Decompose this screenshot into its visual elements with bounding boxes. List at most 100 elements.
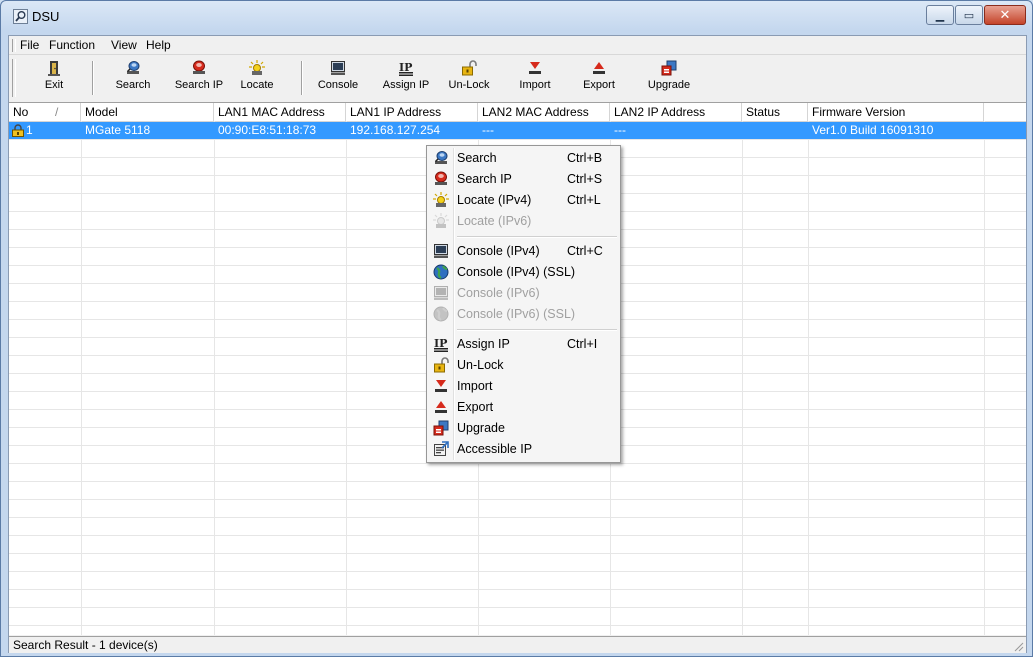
upgrade-button[interactable]: Upgrade (641, 58, 697, 98)
column-header-status[interactable]: Status (742, 103, 808, 121)
ctx-item-locate-ipv4[interactable]: Locate (IPv4) Ctrl+L (429, 190, 616, 210)
menu-file[interactable]: File (20, 38, 39, 52)
ctx-item-shortcut: Ctrl+L (567, 193, 601, 207)
exit-icon (48, 61, 60, 76)
assign-ip-label: Assign IP (382, 79, 430, 91)
cell-lan1-ip: 192.168.127.254 (350, 123, 441, 137)
grid-column-line (346, 121, 347, 635)
column-header-firmware[interactable]: Firmware Version (808, 103, 984, 121)
ctx-item-console-ipv6: Console (IPv6) (429, 283, 616, 303)
ctx-item-search[interactable]: Search Ctrl+B (429, 148, 616, 168)
toolbar-grip[interactable] (12, 59, 16, 97)
ctx-item-label: Search (457, 151, 497, 165)
column-header-lan1-ip[interactable]: LAN1 IP Address (346, 103, 478, 121)
export-icon (593, 62, 605, 74)
console-button[interactable]: Console (315, 58, 361, 98)
ctx-item-assign-ip[interactable]: IP Assign IP Ctrl+I (429, 334, 616, 354)
ctx-item-label: Console (IPv4) (SSL) (457, 265, 576, 279)
export-icon (435, 401, 447, 413)
unlock-button[interactable]: Un-Lock (446, 58, 492, 98)
search-button[interactable]: Search (106, 58, 160, 98)
cell-lan1-mac: 00:90:E8:51:18:73 (218, 123, 317, 137)
console-label: Console (317, 79, 359, 91)
column-header-no[interactable]: No / (9, 103, 81, 121)
ctx-item-export[interactable]: Export (429, 397, 616, 417)
ctx-item-upgrade[interactable]: Upgrade (429, 418, 616, 438)
status-bar: Search Result - 1 device(s) (9, 636, 1026, 653)
exit-label: Exit (44, 79, 64, 91)
minimize-icon: ▁ (935, 9, 945, 22)
grid-row (9, 554, 1026, 572)
window-controls: ▁ ▭ ✕ (925, 5, 1026, 25)
unlock-icon (462, 60, 477, 76)
exit-button[interactable]: Exit (39, 58, 69, 98)
ctx-item-shortcut: Ctrl+B (567, 151, 603, 165)
ctx-item-import[interactable]: Import (429, 376, 616, 396)
ctx-item-accessible-ip[interactable]: Accessible IP (429, 439, 616, 459)
column-header-lan1-mac[interactable]: LAN1 MAC Address (214, 103, 346, 121)
toolbar: Exit Search Search IP Locate Console IP … (9, 55, 1026, 103)
ctx-item-label: Export (457, 400, 494, 414)
ctx-separator (457, 329, 617, 331)
search-icon (434, 151, 448, 164)
minimize-button[interactable]: ▁ (926, 5, 954, 25)
column-header-lan2-mac[interactable]: LAN2 MAC Address (478, 103, 610, 121)
toolbar-separator (92, 61, 94, 95)
export-button[interactable]: Export (578, 58, 620, 98)
table-row[interactable]: 1 MGate 5118 00:90:E8:51:18:73 192.168.1… (9, 122, 1026, 139)
column-header-lan2-ip[interactable]: LAN2 IP Address (610, 103, 742, 121)
ctx-item-locate-ipv6: Locate (IPv6) (429, 211, 616, 231)
column-header-label: No (13, 105, 29, 119)
locate-button[interactable]: Locate (235, 58, 279, 98)
ctx-item-search-ip[interactable]: Search IP Ctrl+S (429, 169, 616, 189)
resize-grip-icon[interactable] (1012, 640, 1024, 652)
window-title: DSU (32, 9, 60, 24)
ctx-item-label: Un-Lock (457, 358, 504, 372)
grid-row (9, 590, 1026, 608)
search-ip-button[interactable]: Search IP (169, 58, 229, 98)
close-button[interactable]: ✕ (984, 5, 1026, 25)
search-ip-label: Search IP (174, 79, 224, 91)
ctx-item-shortcut: Ctrl+S (567, 172, 603, 186)
list-header: No / Model LAN1 MAC Address LAN1 IP Addre… (9, 103, 1026, 122)
globe-icon (433, 264, 449, 280)
grid-row (9, 500, 1026, 518)
locate-icon (433, 213, 449, 228)
menu-function[interactable]: Function (49, 38, 95, 52)
title-bar[interactable]: DSU ▁ ▭ ✕ (1, 1, 1032, 35)
ctx-item-unlock[interactable]: Un-Lock (429, 355, 616, 375)
grid-column-line (808, 121, 809, 635)
menubar-grip[interactable] (12, 39, 16, 52)
ctx-item-console-ipv4[interactable]: Console (IPv4) Ctrl+C (429, 241, 616, 261)
search-ip-icon (193, 60, 205, 74)
ctx-item-label: Assign IP (457, 337, 510, 351)
import-label: Import (519, 79, 551, 91)
ctx-item-console-ipv4-ssl[interactable]: Console (IPv4) (SSL) (429, 262, 616, 282)
ctx-item-label: Console (IPv4) (457, 244, 540, 258)
export-label: Export (583, 79, 615, 91)
assign-ip-icon: IP (399, 61, 413, 76)
globe-icon (433, 306, 449, 322)
accessible-ip-icon (434, 441, 449, 456)
ctx-item-shortcut: Ctrl+I (567, 337, 598, 351)
ctx-item-label: Locate (IPv4) (457, 193, 532, 207)
menu-view[interactable]: View (111, 38, 137, 52)
grid-row (9, 482, 1026, 500)
ctx-item-label: Locate (IPv6) (457, 214, 532, 228)
maximize-icon: ▭ (963, 9, 975, 22)
maximize-button[interactable]: ▭ (955, 5, 983, 25)
cell-lan2-ip: --- (614, 123, 626, 137)
import-icon (529, 62, 541, 74)
ctx-item-label: Console (IPv6) (457, 286, 540, 300)
ctx-item-label: Accessible IP (457, 442, 533, 456)
ctx-item-label: Console (IPv6) (SSL) (457, 307, 576, 321)
locate-icon (433, 192, 449, 207)
menu-help[interactable]: Help (146, 38, 171, 52)
import-button[interactable]: Import (514, 58, 556, 98)
assign-ip-icon: IP (434, 337, 448, 352)
upgrade-label: Upgrade (647, 79, 691, 91)
assign-ip-button[interactable]: IP Assign IP (376, 58, 436, 98)
console-icon (331, 61, 345, 75)
column-header-model[interactable]: Model (81, 103, 214, 121)
cell-firmware: Ver1.0 Build 16091310 (812, 123, 934, 137)
